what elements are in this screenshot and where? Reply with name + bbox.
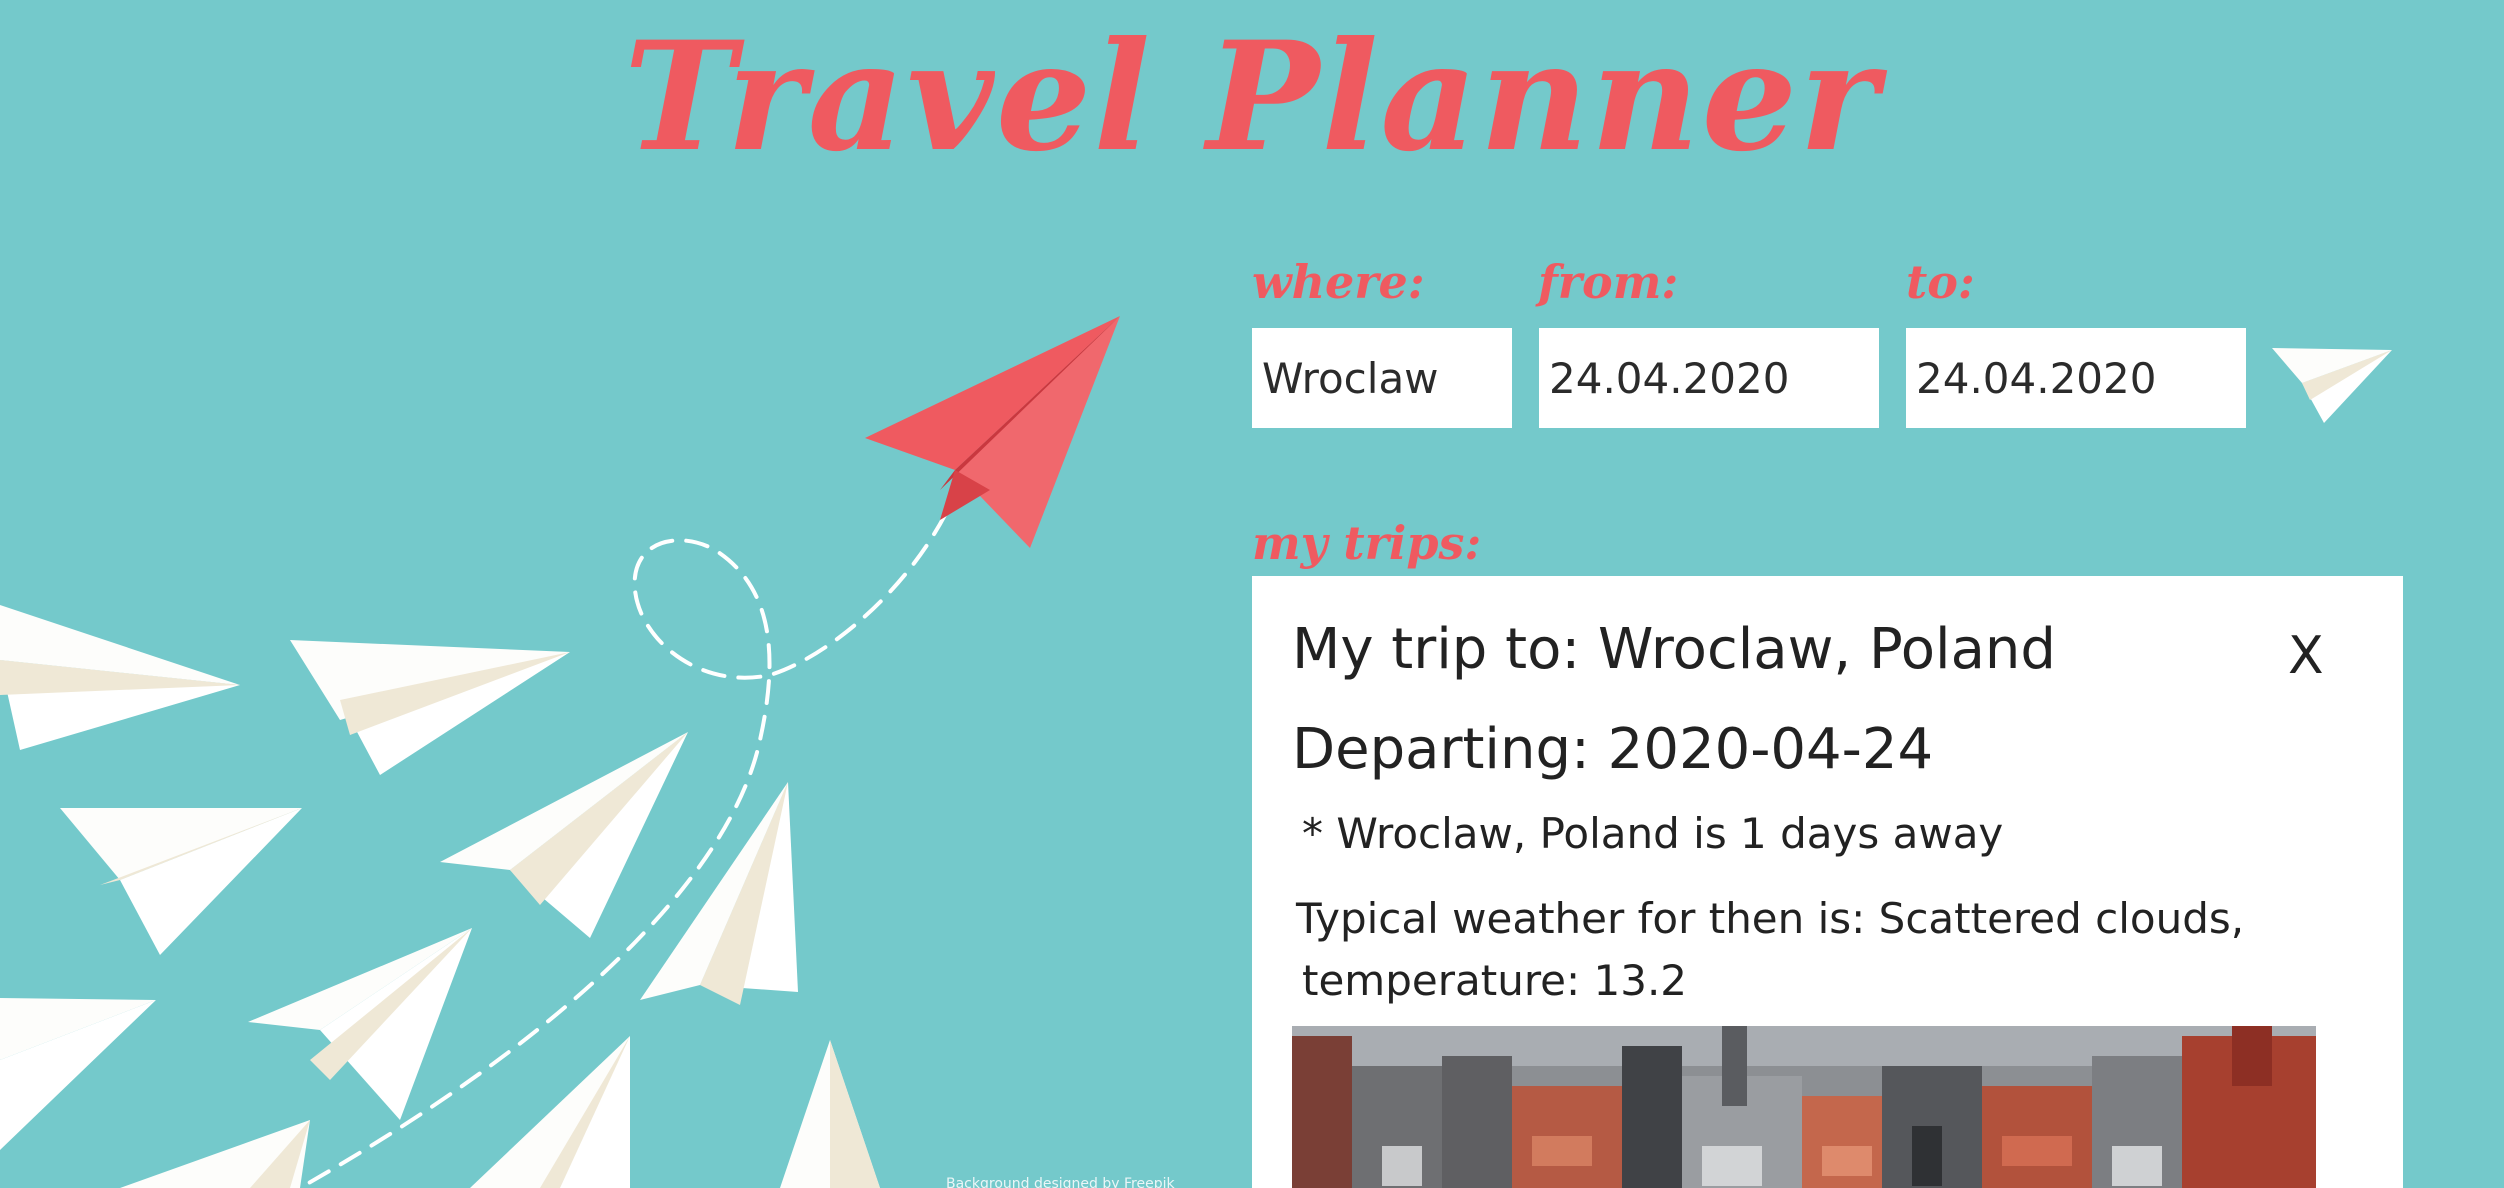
remove-trip-button[interactable]: X — [2288, 626, 2324, 686]
page-title: Travel Planner — [623, 9, 1881, 185]
city-photo-icon — [1292, 1026, 2316, 1188]
where-label: where: — [1252, 255, 1425, 309]
trip-heading: My trip to: Wroclaw, Poland — [1292, 617, 2056, 682]
from-date-value: 24.04.2020 — [1549, 353, 1790, 403]
to-label: to: — [1906, 255, 1975, 309]
where-input[interactable]: Wroclaw — [1252, 328, 1512, 428]
white-paper-plane-icon — [0, 605, 240, 750]
white-paper-plane-icon — [248, 928, 472, 1120]
where-input-value: Wroclaw — [1262, 353, 1439, 403]
white-paper-plane-icon — [0, 998, 156, 1150]
trip-countdown: * Wroclaw, Poland is 1 days away — [1302, 809, 2004, 858]
white-paper-plane-icon — [120, 1120, 310, 1188]
white-paper-plane-icon — [290, 640, 570, 775]
travel-planner-page: Travel Planner where: Wroclaw from: 24.0… — [0, 0, 2504, 1188]
to-date-input[interactable]: 24.04.2020 — [1906, 328, 2246, 428]
white-paper-plane-icon — [60, 808, 302, 955]
trip-weather-line-1: Typical weather for then is: Scattered c… — [1296, 894, 2245, 943]
trip-card: My trip to: Wroclaw, Poland X Departing:… — [1252, 576, 2403, 1188]
trip-weather-line-2: temperature: 13.2 — [1302, 956, 1688, 1005]
white-paper-plane-icon — [440, 732, 688, 938]
from-label: from: — [1538, 255, 1679, 309]
background-credit: Background designed by Freepik — [946, 1176, 1175, 1188]
white-paper-plane-icon — [640, 782, 798, 1005]
from-date-input[interactable]: 24.04.2020 — [1539, 328, 1879, 428]
white-paper-plane-icon — [780, 1040, 880, 1188]
my-trips-label: my trips: — [1252, 516, 1482, 570]
submit-paper-plane-button[interactable] — [2272, 338, 2400, 430]
to-date-value: 24.04.2020 — [1916, 353, 2157, 403]
trip-departing: Departing: 2020-04-24 — [1292, 717, 1934, 782]
white-paper-plane-icon — [470, 1036, 630, 1188]
trip-weather: Typical weather for then is: Scattered c… — [1296, 888, 2296, 1012]
paper-plane-icon — [2272, 348, 2392, 423]
red-paper-plane-icon — [865, 316, 1120, 548]
